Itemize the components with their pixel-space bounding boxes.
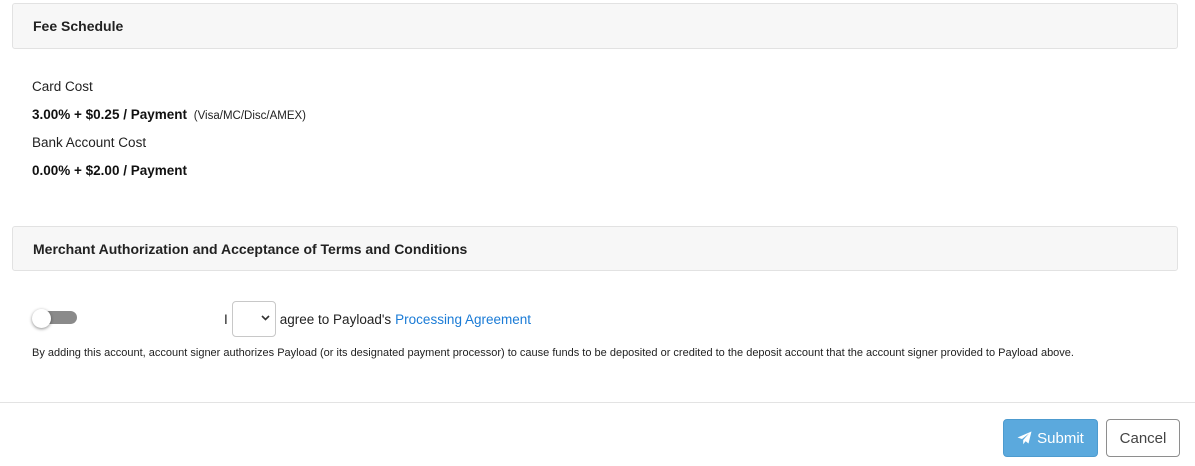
cancel-label: Cancel (1119, 429, 1167, 447)
page: Fee Schedule Card Cost 3.00% + $0.25 / P… (0, 0, 1195, 466)
card-cost-note: (Visa/MC/Disc/AMEX) (193, 110, 306, 122)
bank-cost-value: 0.00% + $2.00 / Payment (32, 163, 187, 178)
authorization-disclaimer: By adding this account, account signer a… (32, 347, 1074, 359)
card-cost-label: Card Cost (32, 79, 93, 94)
terms-title: Merchant Authorization and Acceptance of… (33, 240, 468, 257)
footer-divider (0, 402, 1195, 403)
paper-plane-icon (1017, 431, 1032, 445)
card-cost-amount: 3.00% + $0.25 / Payment (32, 107, 187, 122)
bank-cost-label: Bank Account Cost (32, 135, 147, 150)
agree-select[interactable] (231, 301, 276, 337)
toggle-knob (32, 309, 51, 328)
submit-label: Submit (1037, 429, 1084, 447)
submit-button[interactable]: Submit (1003, 419, 1098, 457)
fee-schedule-header: Fee Schedule (12, 3, 1178, 49)
terms-header: Merchant Authorization and Acceptance of… (12, 226, 1178, 271)
agree-text: agree to Payload's (279, 311, 392, 327)
processing-agreement-link[interactable]: Processing Agreement (395, 312, 531, 327)
card-cost-value: 3.00% + $0.25 / Payment (Visa/MC/Disc/AM… (32, 107, 306, 122)
chevron-down-icon (261, 314, 270, 324)
agree-prefix: I (224, 311, 228, 327)
fee-schedule-title: Fee Schedule (33, 18, 124, 34)
cancel-button[interactable]: Cancel (1106, 419, 1180, 457)
agreement-toggle[interactable] (32, 309, 78, 331)
agree-row: I agree to Payload's Processing Agreemen… (224, 300, 531, 338)
